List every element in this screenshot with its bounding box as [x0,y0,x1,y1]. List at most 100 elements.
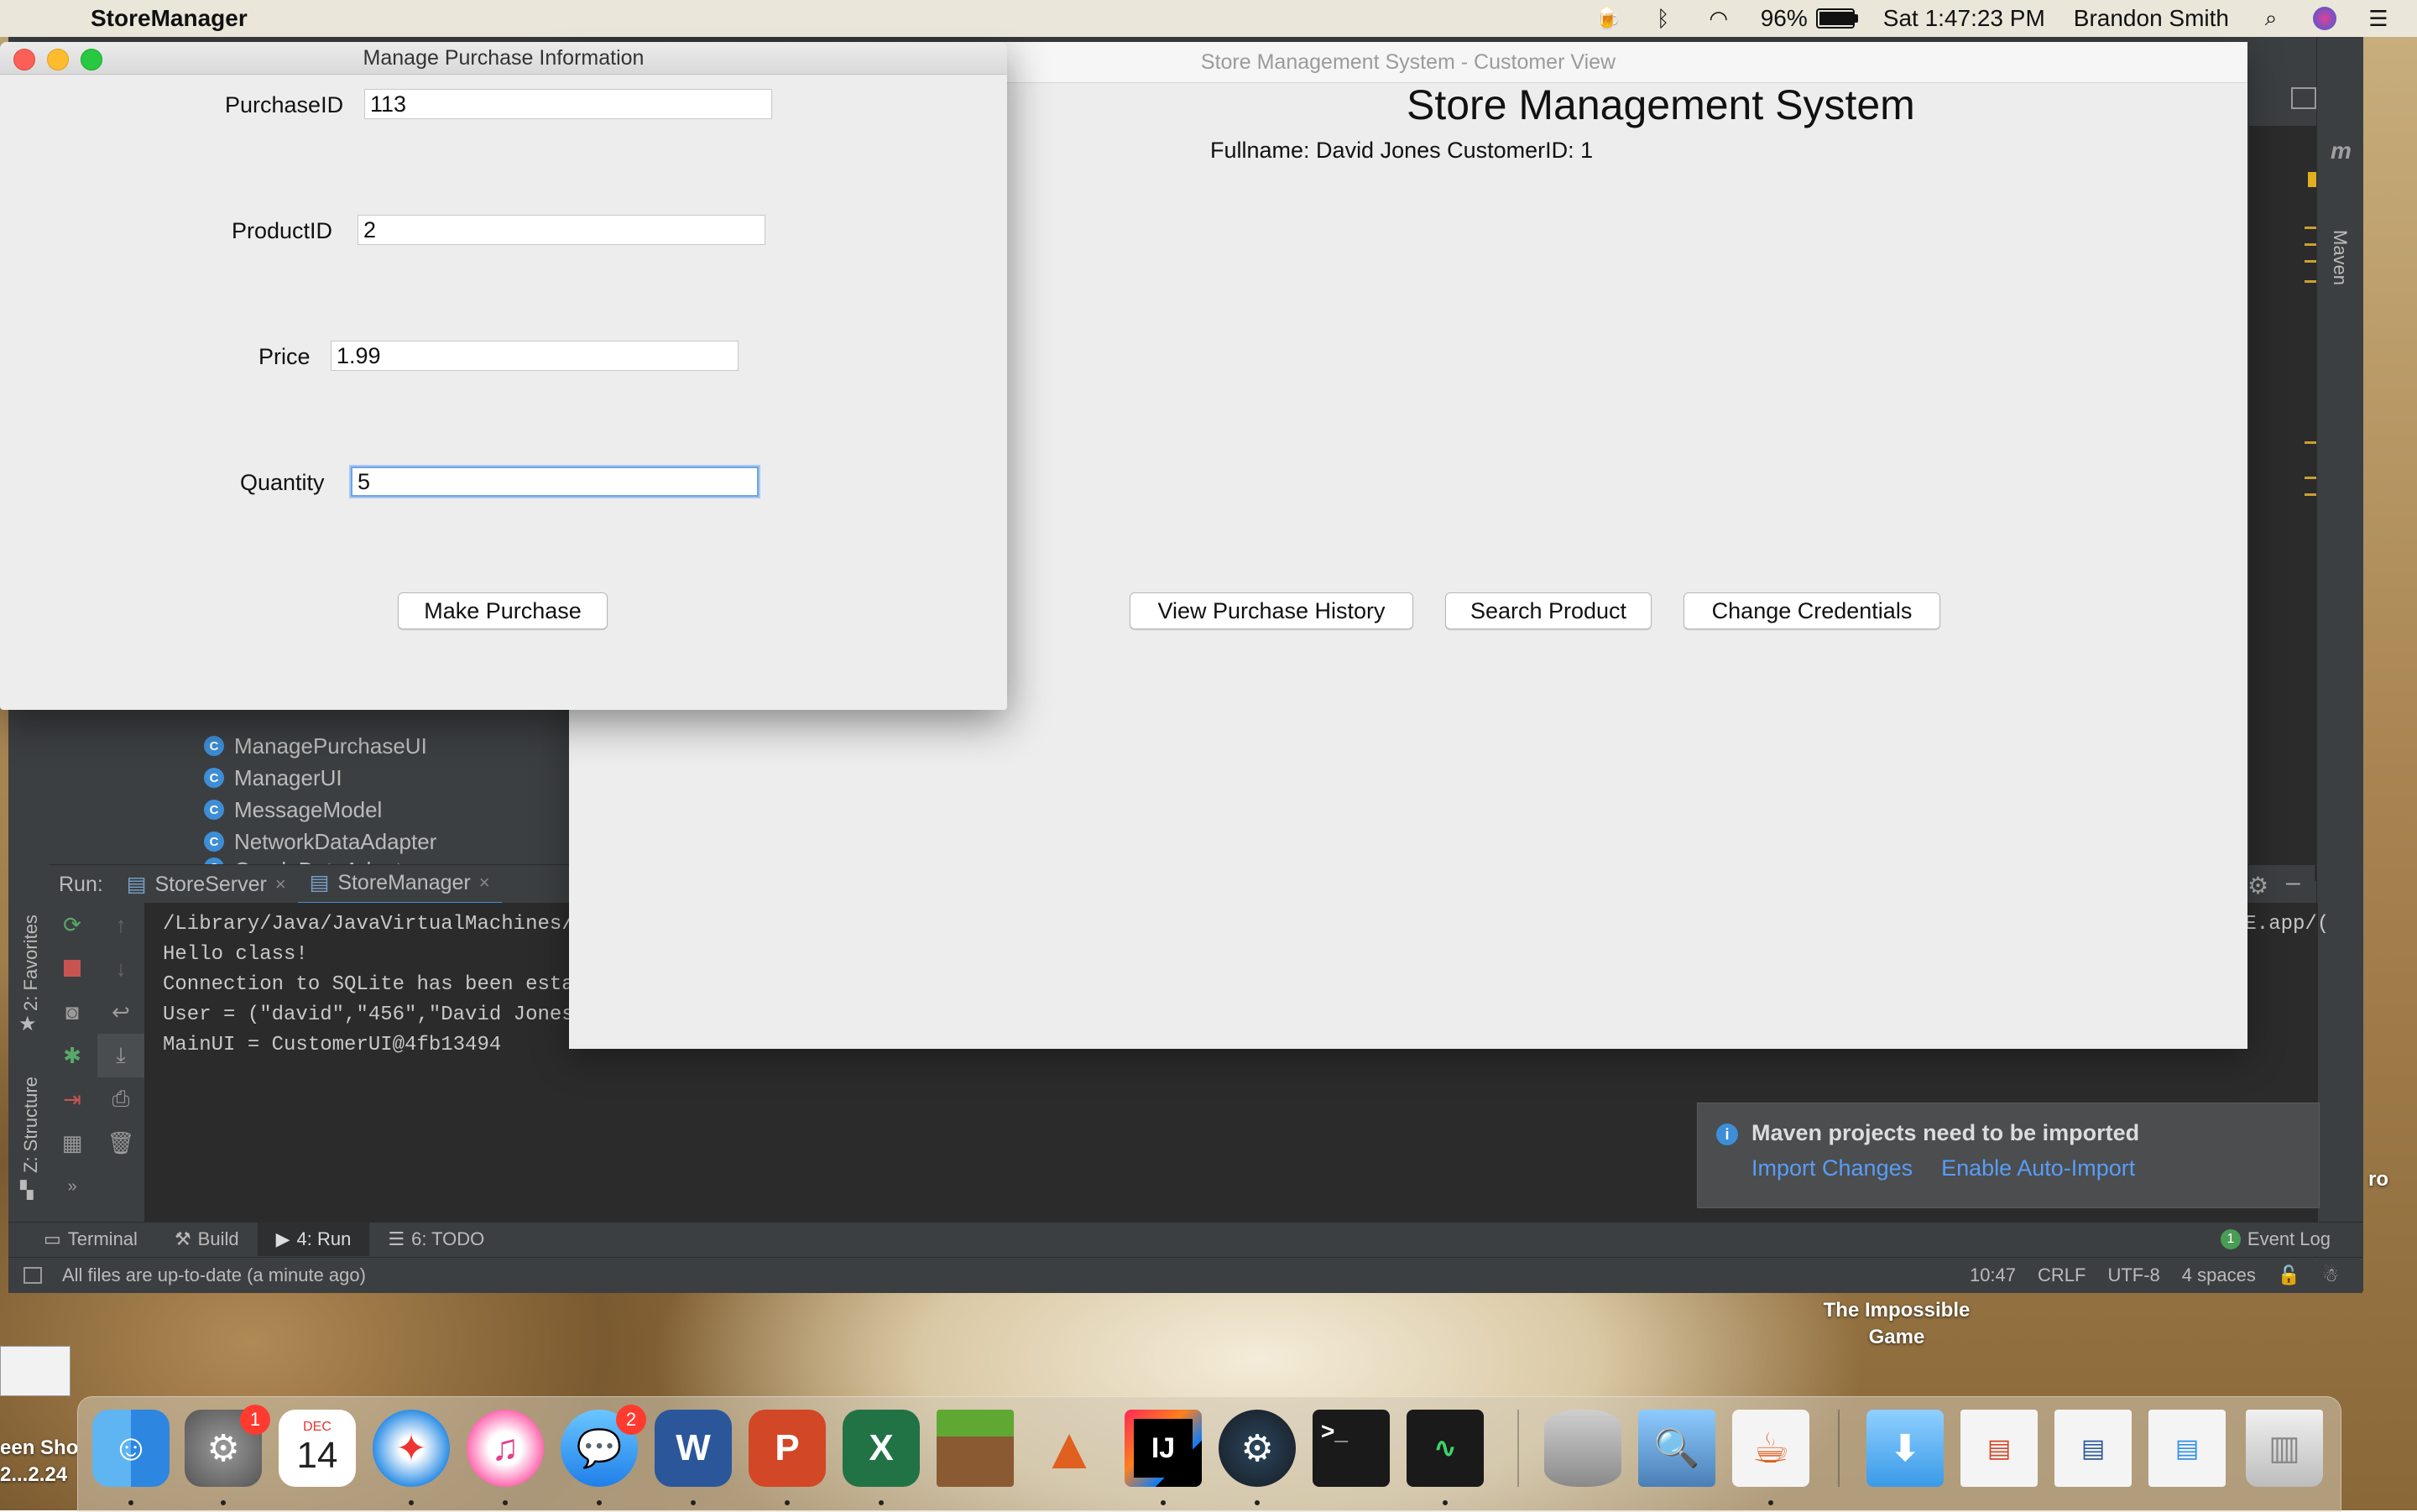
word-icon[interactable]: W [655,1410,732,1487]
running-indicator [221,1500,226,1505]
structure-tab[interactable]: Z: Structure [20,1077,42,1173]
siri-icon[interactable] [2313,7,2336,30]
tree-item[interactable]: C MessageModel [49,794,569,826]
maven-import-notification: i Maven projects need to be imported Imp… [1697,1103,2320,1208]
layout-icon[interactable] [2291,87,2316,109]
tree-item[interactable]: C NetworkDataAdapter [49,826,569,858]
tab-terminal[interactable]: ▭ Terminal [25,1223,156,1256]
running-indicator [128,1500,133,1505]
maven-icon[interactable]: m [2331,138,2352,164]
desktop-edge-label: ro [2368,1168,2388,1191]
tab-build[interactable]: ⚒ Build [156,1223,258,1256]
calendar-icon[interactable]: DEC 14 [279,1410,356,1487]
make-purchase-button[interactable]: Make Purchase [398,592,608,629]
steam-icon[interactable]: ⚙ [1219,1410,1296,1487]
impossible-game-label[interactable]: The Impossible Game [1788,1297,2006,1351]
structure-icon[interactable]: ▚ [20,1180,33,1201]
battery-indicator[interactable]: 96% [1761,5,1858,32]
maven-tab-label[interactable]: Maven [2329,230,2351,285]
scroll-to-end-icon[interactable]: ⤓ [97,1034,144,1077]
line-separator[interactable]: CRLF [2038,1264,2086,1286]
bluetooth-icon[interactable]: ᛒ [1650,5,1677,32]
trash-icon[interactable]: 🗑 [97,1121,144,1165]
beer-icon[interactable]: 🍺 [1595,5,1621,32]
user-menu[interactable]: Brandon Smith [2074,5,2229,32]
file-encoding[interactable]: UTF-8 [2107,1264,2159,1286]
preview-icon[interactable]: 🔍 [1638,1410,1715,1487]
spotlight-search-icon[interactable]: ⌕ [2258,5,2284,32]
favorites-tab[interactable]: 2: Favorites [20,915,42,1011]
finder-icon[interactable]: ☺ [92,1410,170,1487]
quantity-input[interactable]: 5 [351,467,759,497]
purchase-id-input[interactable]: 113 [364,89,772,119]
search-product-button[interactable]: Search Product [1445,592,1652,629]
safari-icon[interactable]: ✦ [373,1410,450,1487]
enable-auto-import-link[interactable]: Enable Auto-Import [1941,1155,2135,1181]
recent-document-icon[interactable]: ▤ [1960,1410,2038,1487]
print-icon[interactable]: ⎙ [97,1077,144,1121]
tab-event-log[interactable]: 1 Event Log [2202,1223,2349,1256]
rerun-icon[interactable]: ⟳ [49,903,96,946]
panel-toggle-icon[interactable] [23,1267,42,1284]
recent-document-icon[interactable]: ▤ [2148,1410,2226,1487]
more-icon[interactable]: » [49,1165,96,1208]
minimize-icon[interactable]: – [2286,868,2300,897]
close-icon[interactable]: × [275,873,286,895]
close-window-button[interactable] [13,49,35,70]
powerpoint-icon[interactable]: P [749,1410,826,1487]
gear-icon[interactable]: ⚙ [2247,872,2268,899]
screenshot-file-icon[interactable] [0,1346,70,1396]
soft-wrap-icon[interactable]: ↩ [97,990,144,1034]
price-input[interactable]: 1.99 [331,341,739,371]
indent-setting[interactable]: 4 spaces [2182,1264,2256,1286]
cursor-position[interactable]: 10:47 [1970,1264,2016,1286]
layout-icon[interactable]: ▦ [49,1121,96,1165]
bottom-tool-tabs: ▭ Terminal ⚒ Build ▶ 4: Run ☰ 6: TODO 1 Even… [8,1222,2362,1256]
tree-item[interactable]: C ManagePurchaseUI [49,730,569,762]
product-id-input[interactable]: 2 [358,215,765,245]
clock[interactable]: Sat 1:47:23 PM [1883,5,2045,32]
database-icon[interactable] [1544,1410,1621,1487]
apple-menu-icon[interactable] [29,0,65,37]
tab-run[interactable]: ▶ 4: Run [257,1223,370,1256]
debug-icon[interactable]: ✱ [49,1034,96,1077]
change-credentials-button[interactable]: Change Credentials [1684,592,1940,629]
app-menu[interactable]: StoreManager [91,5,248,32]
screenshot-file-label[interactable]: een Sho 2...2.24 [0,1435,81,1489]
up-arrow-icon[interactable]: ↑ [97,903,144,946]
tab-todo[interactable]: ☰ 6: TODO [369,1223,503,1256]
lock-icon[interactable]: 🔓 [2278,1264,2300,1286]
close-icon[interactable]: × [479,872,490,894]
run-tab-storeserver[interactable]: ▤ StoreServer × [115,865,298,904]
calendar-day: 14 [296,1435,338,1476]
zoom-window-button[interactable] [81,49,102,70]
run-tab-storemanager[interactable]: ▤ StoreManager × [297,863,502,905]
recent-document-icon[interactable]: ▤ [2054,1410,2132,1487]
star-icon[interactable]: ★ [18,1012,37,1036]
tab-label: Terminal [67,1228,138,1249]
camera-icon[interactable]: ◙ [49,990,96,1034]
wifi-icon[interactable]: ◠ [1705,5,1732,32]
running-indicator [879,1500,884,1505]
itunes-icon[interactable]: ♫ [467,1410,544,1487]
stop-icon[interactable] [49,946,96,990]
inspector-icon[interactable]: ☃ [2322,1264,2339,1286]
tree-item-partial[interactable] [49,713,569,730]
import-changes-link[interactable]: Import Changes [1751,1155,1913,1181]
minecraft-icon[interactable] [937,1410,1014,1487]
minimize-window-button[interactable] [47,49,69,70]
intellij-icon[interactable]: IJ [1125,1410,1202,1487]
tree-item[interactable]: C ManagerUI [49,762,569,794]
trash-icon[interactable]: ▥ [2246,1410,2323,1487]
downloads-folder-icon[interactable]: ⬇ [1866,1410,1944,1487]
export-icon[interactable]: ⇥ [49,1077,96,1121]
terminal-icon[interactable]: >_ [1313,1410,1390,1487]
view-purchase-history-button[interactable]: View Purchase History [1130,592,1413,629]
excel-icon[interactable]: X [843,1410,920,1487]
notification-center-icon[interactable]: ☰ [2365,5,2392,32]
down-arrow-icon[interactable]: ↓ [97,946,144,990]
matlab-icon[interactable]: ▲ [1031,1410,1108,1487]
activity-monitor-icon[interactable]: ∿ [1407,1410,1484,1487]
java-launcher-icon[interactable]: ☕ [1732,1410,1809,1487]
run-label: Run: [59,872,103,896]
